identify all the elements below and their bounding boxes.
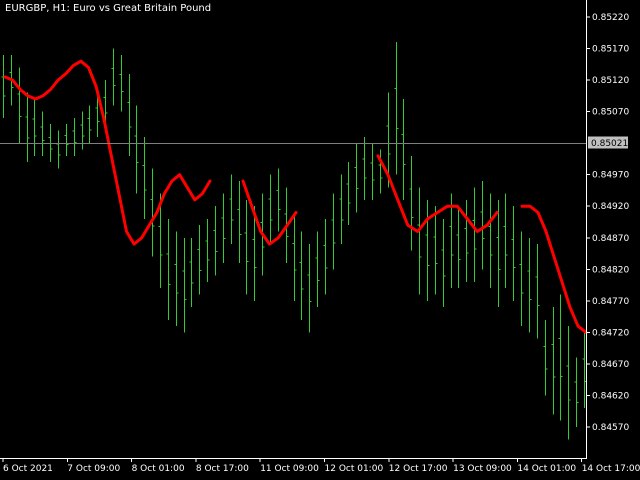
moving-average-segment: [376, 154, 499, 233]
moving-average-segment: [241, 179, 298, 246]
time-tick-label: 8 Oct 17:00: [196, 464, 249, 474]
time-tick-label: 6 Oct 2021: [3, 464, 53, 474]
time-tick-label: 12 Oct 01:00: [325, 464, 384, 474]
price-tick-label: 0.84620: [592, 392, 629, 402]
price-tick-label: 0.84720: [592, 328, 629, 338]
bid-price-tag: 0.85021: [588, 136, 628, 149]
price-tick-label: 0.85220: [592, 13, 629, 23]
price-bars: [1, 42, 587, 440]
price-axis[interactable]: 0.85220 0.85170 0.85120 0.85070 0.84970 0.849…: [586, 13, 629, 433]
moving-average-segment: [3, 59, 212, 246]
price-tick-label: 0.84920: [592, 202, 629, 212]
price-tick-label: 0.85070: [592, 108, 629, 118]
price-tick-label: 0.84770: [592, 297, 629, 307]
time-tick-label: 7 Oct 09:00: [67, 464, 120, 474]
chart-title: EURGBP, H1: Euro vs Great Britain Pound: [5, 3, 212, 14]
time-axis[interactable]: 6 Oct 2021 7 Oct 09:00 8 Oct 01:00 8 Oct 17…: [2, 458, 640, 474]
price-tick-label: 0.84670: [592, 360, 629, 370]
time-tick-label: 12 Oct 17:00: [389, 464, 448, 474]
price-tick-label: 0.85120: [592, 76, 629, 86]
chart-window[interactable]: 0.85220 0.85170 0.85120 0.85070 0.84970 0.849…: [0, 0, 640, 480]
price-tick-label: 0.84570: [592, 423, 629, 433]
time-tick-label: 14 Oct 17:00: [582, 464, 640, 474]
time-tick-label: 11 Oct 09:00: [260, 464, 319, 474]
price-tick-label: 0.84970: [592, 171, 629, 181]
time-tick-label: 13 Oct 09:00: [453, 464, 512, 474]
price-tick-label: 0.85170: [592, 45, 629, 55]
bid-price-value: 0.85021: [591, 139, 628, 149]
chart-plot-area[interactable]: 0.85220 0.85170 0.85120 0.85070 0.84970 0.849…: [0, 0, 640, 480]
time-tick-label: 8 Oct 01:00: [132, 464, 185, 474]
time-tick-label: 14 Oct 01:00: [517, 464, 576, 474]
price-tick-label: 0.84820: [592, 265, 629, 275]
price-tick-label: 0.84870: [592, 234, 629, 244]
